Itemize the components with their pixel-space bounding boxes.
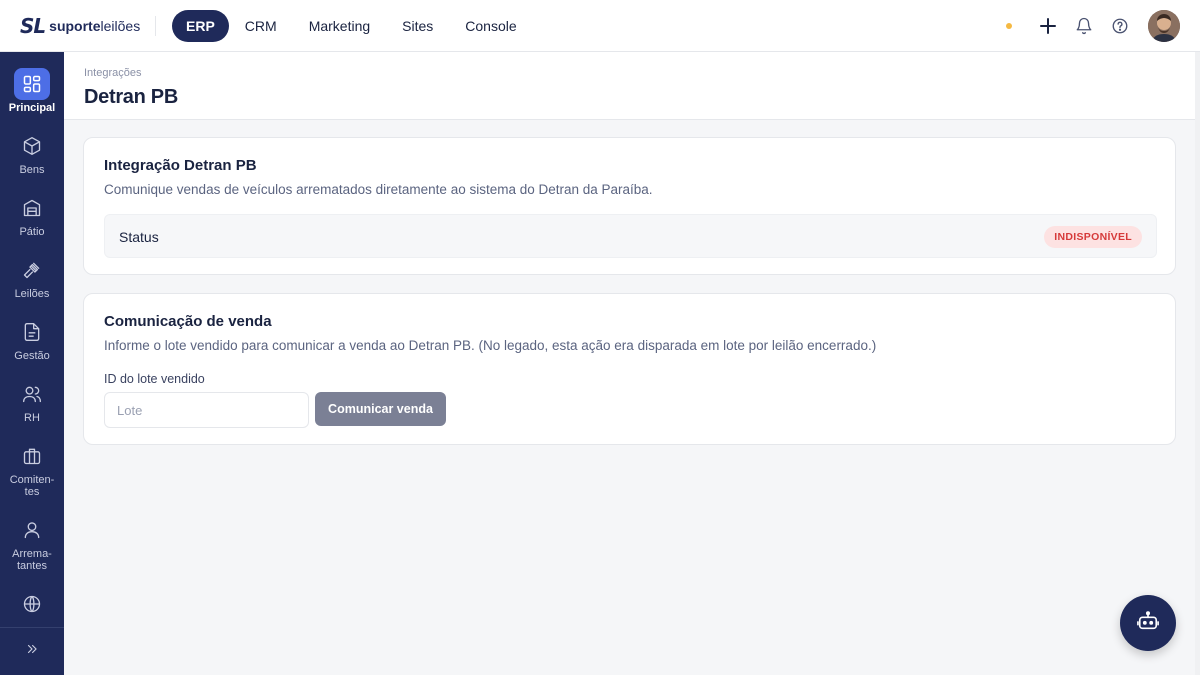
sidebar-item-label: Pátio (19, 226, 45, 238)
warehouse-icon (14, 192, 50, 224)
sidebar: Principal Bens Pátio Leilões Gestão RH C… (0, 52, 64, 675)
breadcrumb[interactable]: Integrações (84, 67, 141, 79)
status-label: Status (119, 229, 159, 245)
robot-icon (1137, 610, 1159, 637)
integration-card-description: Comunique vendas de veículos arrematados… (104, 182, 653, 197)
sidebar-item-gestao[interactable]: Gestão (0, 316, 64, 362)
brand-name-light: leilões (100, 18, 141, 34)
scrollbar[interactable] (1195, 52, 1200, 675)
top-actions (1006, 10, 1180, 42)
sidebar-item-label: RH (24, 412, 40, 424)
sidebar-item-leiloes[interactable]: Leilões (0, 254, 64, 300)
tab-sites[interactable]: Sites (386, 10, 449, 42)
globe-icon (14, 588, 50, 620)
communicate-sale-button[interactable]: Comunicar venda (315, 392, 446, 426)
sidebar-item-principal[interactable]: Principal (0, 68, 64, 114)
top-nav: ERP CRM Marketing Sites Console (172, 10, 533, 42)
sidebar-item-comitentes[interactable]: Comiten- tes (0, 440, 64, 498)
user-icon (14, 514, 50, 546)
sidebar-item-patio[interactable]: Pátio (0, 192, 64, 238)
sidebar-item-label: Gestão (14, 350, 50, 362)
bell-icon[interactable] (1074, 16, 1094, 36)
brand-name-bold: suporte (49, 18, 101, 34)
tab-crm[interactable]: CRM (229, 10, 293, 42)
sidebar-item-label: Leilões (14, 288, 50, 300)
sidebar-item-label: Comiten- tes (9, 474, 55, 498)
users-icon (14, 378, 50, 410)
tab-erp[interactable]: ERP (172, 10, 229, 42)
integration-card: Integração Detran PB Comunique vendas de… (83, 137, 1176, 275)
plus-icon[interactable] (1038, 16, 1058, 36)
sale-communication-card: Comunicação de venda Informe o lote vend… (83, 293, 1176, 445)
page-title: Detran PB (84, 86, 178, 108)
sidebar-item-bens[interactable]: Bens (0, 130, 64, 176)
sidebar-item-arrematantes[interactable]: Arrema- tantes (0, 514, 64, 572)
sidebar-item-label: Arrema- tantes (12, 548, 52, 572)
assistant-bot-button[interactable] (1120, 595, 1176, 651)
briefcase-icon (14, 440, 50, 472)
status-row: Status INDISPONÍVEL (104, 214, 1157, 258)
sidebar-item-label: Bens (19, 164, 45, 176)
document-icon (14, 316, 50, 348)
help-icon[interactable] (1110, 16, 1130, 36)
sidebar-item-label: Principal (8, 102, 56, 114)
tab-console[interactable]: Console (449, 10, 532, 42)
tab-marketing[interactable]: Marketing (293, 10, 386, 42)
brand-logo[interactable]: SL suporteleilões (20, 14, 140, 38)
sale-card-description: Informe o lote vendido para comunicar a … (104, 338, 877, 353)
top-bar: SL suporteleilões ERP CRM Marketing Site… (0, 0, 1200, 52)
lot-id-label: ID do lote vendido (104, 372, 205, 386)
chevrons-right-icon (25, 642, 39, 661)
sidebar-item-sites[interactable] (0, 588, 64, 622)
lot-id-input[interactable] (104, 392, 309, 428)
avatar[interactable] (1148, 10, 1180, 42)
status-badge: INDISPONÍVEL (1044, 226, 1142, 248)
sidebar-item-rh[interactable]: RH (0, 378, 64, 424)
brand-mark: SL (20, 14, 46, 38)
sale-card-title: Comunicação de venda (104, 313, 272, 330)
page-header: Integrações Detran PB (64, 52, 1195, 120)
sidebar-expand-button[interactable] (0, 627, 64, 675)
status-dot (1006, 23, 1012, 29)
box-icon (14, 130, 50, 162)
grid-icon (14, 68, 50, 100)
integration-card-title: Integração Detran PB (104, 157, 257, 174)
gavel-icon (14, 254, 50, 286)
logo-divider (155, 16, 156, 36)
